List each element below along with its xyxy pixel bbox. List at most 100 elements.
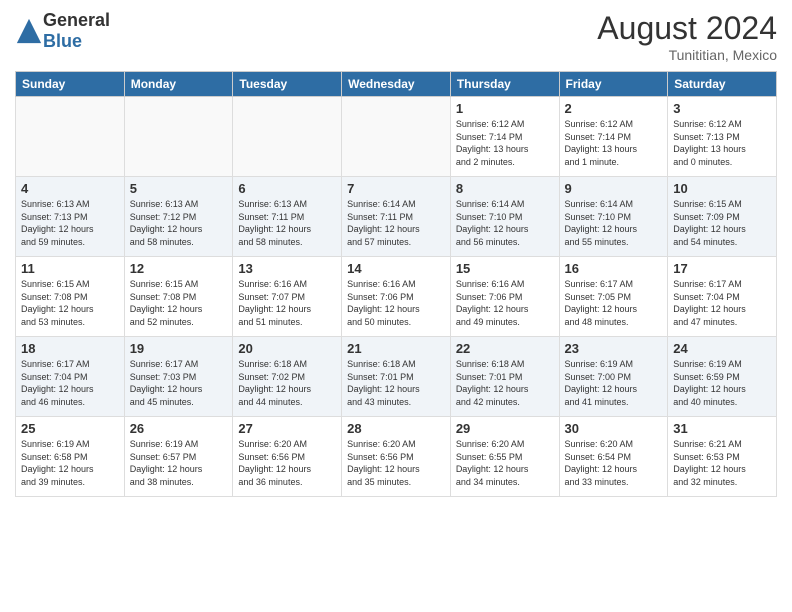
day-info: Sunrise: 6:13 AM Sunset: 7:11 PM Dayligh…: [238, 198, 336, 248]
day-number: 11: [21, 261, 119, 276]
day-info: Sunrise: 6:20 AM Sunset: 6:56 PM Dayligh…: [238, 438, 336, 488]
calendar-cell: 13Sunrise: 6:16 AM Sunset: 7:07 PM Dayli…: [233, 257, 342, 337]
day-number: 15: [456, 261, 554, 276]
week-row-3: 18 Sunrise: 6:17 AM Sunset: 7:04 PM Dayli…: [16, 337, 777, 417]
day-number: 23: [565, 341, 663, 356]
page-container: General Blue August 2024 Tunititian, Mex…: [0, 0, 792, 612]
calendar-cell: [342, 97, 451, 177]
day-info: Sunrise: 6:14 AM Sunset: 7:10 PM Dayligh…: [456, 198, 554, 248]
week-row-4: 25Sunrise: 6:19 AM Sunset: 6:58 PM Dayli…: [16, 417, 777, 497]
day-number: 16: [565, 261, 663, 276]
day-info: Sunrise: 6:12 AM Sunset: 7:13 PM Dayligh…: [673, 118, 771, 168]
day-info: Sunrise: 6:18 AM Sunset: 7:02 PM Dayligh…: [238, 358, 336, 408]
day-info: Sunrise: 6:20 AM Sunset: 6:55 PM Dayligh…: [456, 438, 554, 488]
day-number: 4: [21, 181, 119, 196]
location: Tunititian, Mexico: [597, 47, 777, 63]
calendar-cell: 24Sunrise: 6:19 AM Sunset: 6:59 PM Dayli…: [668, 337, 777, 417]
day-info: Sunrise: 6:19 AM Sunset: 6:59 PM Dayligh…: [673, 358, 771, 408]
calendar-cell: 8 Sunrise: 6:14 AM Sunset: 7:10 PM Daylig…: [450, 177, 559, 257]
calendar-cell: 28 Sunrise: 6:20 AM Sunset: 6:56 PM Dayli…: [342, 417, 451, 497]
day-info: Sunrise: 6:20 AM Sunset: 6:56 PM Dayligh…: [347, 438, 445, 488]
logo-blue: Blue: [43, 31, 110, 52]
day-info: Sunrise: 6:18 AM Sunset: 7:01 PM Dayligh…: [456, 358, 554, 408]
calendar-cell: 15 Sunrise: 6:16 AM Sunset: 7:06 PM Dayli…: [450, 257, 559, 337]
calendar-table: Sunday Monday Tuesday Wednesday Thursday…: [15, 71, 777, 497]
page-header: General Blue August 2024 Tunititian, Mex…: [15, 10, 777, 63]
calendar-cell: 12 Sunrise: 6:15 AM Sunset: 7:08 PM Dayli…: [124, 257, 233, 337]
calendar-cell: 14 Sunrise: 6:16 AM Sunset: 7:06 PM Dayli…: [342, 257, 451, 337]
calendar-cell: 1 Sunrise: 6:12 AM Sunset: 7:14 PM Daylig…: [450, 97, 559, 177]
day-number: 26: [130, 421, 228, 436]
day-info: Sunrise: 6:16 AM Sunset: 7:06 PM Dayligh…: [347, 278, 445, 328]
day-number: 28: [347, 421, 445, 436]
day-number: 14: [347, 261, 445, 276]
calendar-cell: 2 Sunrise: 6:12 AM Sunset: 7:14 PM Daylig…: [559, 97, 668, 177]
day-number: 8: [456, 181, 554, 196]
day-info: Sunrise: 6:13 AM Sunset: 7:12 PM Dayligh…: [130, 198, 228, 248]
calendar-cell: 7Sunrise: 6:14 AM Sunset: 7:11 PM Daylig…: [342, 177, 451, 257]
calendar-cell: 30 Sunrise: 6:20 AM Sunset: 6:54 PM Dayli…: [559, 417, 668, 497]
month-title: August 2024: [597, 10, 777, 47]
day-info: Sunrise: 6:12 AM Sunset: 7:14 PM Dayligh…: [565, 118, 663, 168]
calendar-cell: 31 Sunrise: 6:21 AM Sunset: 6:53 PM Dayli…: [668, 417, 777, 497]
day-info: Sunrise: 6:21 AM Sunset: 6:53 PM Dayligh…: [673, 438, 771, 488]
calendar-cell: 19 Sunrise: 6:17 AM Sunset: 7:03 PM Dayli…: [124, 337, 233, 417]
calendar-cell: 5Sunrise: 6:13 AM Sunset: 7:12 PM Daylig…: [124, 177, 233, 257]
day-info: Sunrise: 6:12 AM Sunset: 7:14 PM Dayligh…: [456, 118, 554, 168]
week-row-0: 1 Sunrise: 6:12 AM Sunset: 7:14 PM Daylig…: [16, 97, 777, 177]
col-thursday: Thursday: [450, 72, 559, 97]
day-number: 18: [21, 341, 119, 356]
day-info: Sunrise: 6:13 AM Sunset: 7:13 PM Dayligh…: [21, 198, 119, 248]
calendar-cell: 25Sunrise: 6:19 AM Sunset: 6:58 PM Dayli…: [16, 417, 125, 497]
day-number: 6: [238, 181, 336, 196]
calendar-cell: 21 Sunrise: 6:18 AM Sunset: 7:01 PM Dayli…: [342, 337, 451, 417]
calendar-cell: 3Sunrise: 6:12 AM Sunset: 7:13 PM Daylig…: [668, 97, 777, 177]
col-tuesday: Tuesday: [233, 72, 342, 97]
col-saturday: Saturday: [668, 72, 777, 97]
calendar-cell: [124, 97, 233, 177]
day-info: Sunrise: 6:19 AM Sunset: 6:57 PM Dayligh…: [130, 438, 228, 488]
logo-icon: [15, 17, 43, 45]
day-number: 31: [673, 421, 771, 436]
logo-general: General: [43, 10, 110, 31]
calendar-cell: 23Sunrise: 6:19 AM Sunset: 7:00 PM Dayli…: [559, 337, 668, 417]
calendar-cell: 6 Sunrise: 6:13 AM Sunset: 7:11 PM Daylig…: [233, 177, 342, 257]
day-info: Sunrise: 6:18 AM Sunset: 7:01 PM Dayligh…: [347, 358, 445, 408]
day-number: 22: [456, 341, 554, 356]
day-number: 10: [673, 181, 771, 196]
day-info: Sunrise: 6:15 AM Sunset: 7:08 PM Dayligh…: [21, 278, 119, 328]
day-info: Sunrise: 6:15 AM Sunset: 7:09 PM Dayligh…: [673, 198, 771, 248]
day-info: Sunrise: 6:17 AM Sunset: 7:04 PM Dayligh…: [21, 358, 119, 408]
day-info: Sunrise: 6:17 AM Sunset: 7:03 PM Dayligh…: [130, 358, 228, 408]
day-info: Sunrise: 6:17 AM Sunset: 7:05 PM Dayligh…: [565, 278, 663, 328]
calendar-cell: 16 Sunrise: 6:17 AM Sunset: 7:05 PM Dayli…: [559, 257, 668, 337]
day-info: Sunrise: 6:20 AM Sunset: 6:54 PM Dayligh…: [565, 438, 663, 488]
day-number: 1: [456, 101, 554, 116]
day-number: 7: [347, 181, 445, 196]
calendar-cell: 11 Sunrise: 6:15 AM Sunset: 7:08 PM Dayli…: [16, 257, 125, 337]
day-number: 9: [565, 181, 663, 196]
calendar-cell: 26 Sunrise: 6:19 AM Sunset: 6:57 PM Dayli…: [124, 417, 233, 497]
day-info: Sunrise: 6:15 AM Sunset: 7:08 PM Dayligh…: [130, 278, 228, 328]
day-number: 17: [673, 261, 771, 276]
calendar-cell: [16, 97, 125, 177]
day-info: Sunrise: 6:14 AM Sunset: 7:10 PM Dayligh…: [565, 198, 663, 248]
day-number: 27: [238, 421, 336, 436]
day-info: Sunrise: 6:19 AM Sunset: 6:58 PM Dayligh…: [21, 438, 119, 488]
col-friday: Friday: [559, 72, 668, 97]
logo: General Blue: [15, 10, 110, 52]
calendar-cell: 9 Sunrise: 6:14 AM Sunset: 7:10 PM Daylig…: [559, 177, 668, 257]
week-row-2: 11 Sunrise: 6:15 AM Sunset: 7:08 PM Dayli…: [16, 257, 777, 337]
day-number: 30: [565, 421, 663, 436]
day-number: 2: [565, 101, 663, 116]
calendar-cell: 22 Sunrise: 6:18 AM Sunset: 7:01 PM Dayli…: [450, 337, 559, 417]
col-monday: Monday: [124, 72, 233, 97]
day-number: 12: [130, 261, 228, 276]
title-area: August 2024 Tunititian, Mexico: [597, 10, 777, 63]
day-number: 21: [347, 341, 445, 356]
day-number: 29: [456, 421, 554, 436]
day-info: Sunrise: 6:16 AM Sunset: 7:06 PM Dayligh…: [456, 278, 554, 328]
day-number: 19: [130, 341, 228, 356]
day-number: 13: [238, 261, 336, 276]
calendar-cell: 18 Sunrise: 6:17 AM Sunset: 7:04 PM Dayli…: [16, 337, 125, 417]
